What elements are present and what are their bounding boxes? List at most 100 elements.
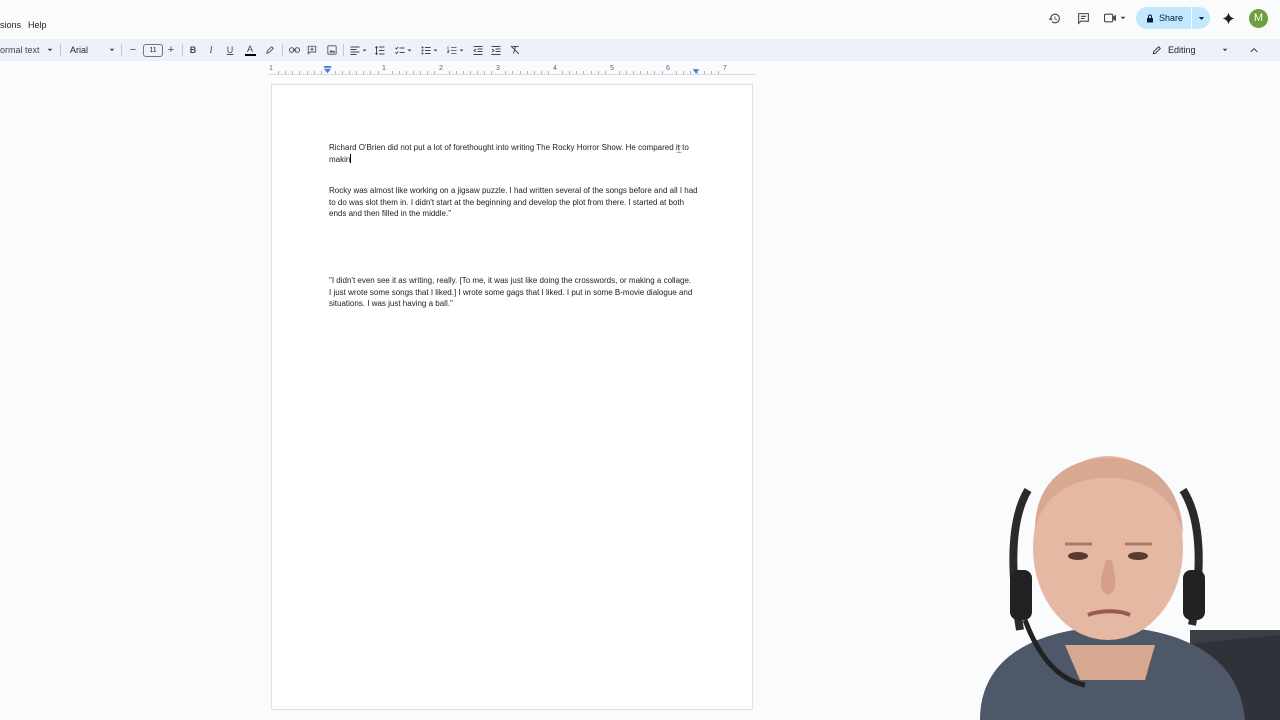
ruler-tick <box>682 71 684 74</box>
ruler-tick <box>540 71 542 74</box>
share-label: Share <box>1158 13 1183 23</box>
share-dropdown-button[interactable] <box>1192 7 1210 29</box>
paragraph-quote-1[interactable]: Rocky was almost like working on a jigsa… <box>329 185 701 220</box>
highlight-pen-icon[interactable] <box>262 39 278 61</box>
ruler-tick <box>689 71 691 74</box>
add-comment-icon[interactable] <box>304 39 320 61</box>
ruler-tick <box>356 71 358 74</box>
ruler-tick <box>462 71 464 74</box>
ruler-tick <box>562 71 564 74</box>
ruler-number: 6 <box>666 65 670 72</box>
ruler-tick <box>427 71 429 74</box>
avatar[interactable]: M <box>1249 8 1268 28</box>
text-cursor <box>350 153 352 163</box>
bulleted-list-dropdown[interactable] <box>418 39 440 61</box>
ruler-tick <box>704 71 706 74</box>
comments-icon[interactable] <box>1069 7 1098 29</box>
ruler-tick <box>512 71 514 74</box>
style-chevron-icon <box>44 39 56 61</box>
ruler-tick <box>313 71 315 74</box>
ruler-tick <box>448 71 450 74</box>
toolbar-divider <box>121 44 122 56</box>
ruler-tick <box>320 71 322 74</box>
ruler-tick <box>370 71 372 74</box>
numbered-list-dropdown[interactable] <box>444 39 466 61</box>
paragraph-quote-2-text: "I didn't even see it as writing, really… <box>329 276 693 308</box>
share-button[interactable]: Share <box>1135 7 1191 29</box>
ruler-tick <box>626 71 627 74</box>
ruler-tick <box>697 71 698 74</box>
ruler-number: 1 <box>269 65 273 72</box>
checklist-dropdown[interactable] <box>392 39 414 61</box>
ruler-tick <box>484 71 485 74</box>
increase-font-size-button[interactable]: + <box>164 39 178 61</box>
ruler-tick <box>278 71 280 74</box>
ruler-tick <box>363 71 365 74</box>
right-indent-marker-icon[interactable] <box>692 68 700 75</box>
gemini-sparkle-icon[interactable] <box>1214 7 1243 29</box>
ruler-tick <box>718 71 720 74</box>
font-family-dropdown[interactable]: Arial <box>66 39 106 61</box>
italic-button[interactable]: I <box>204 39 218 61</box>
ruler-number: 3 <box>496 65 500 72</box>
ruler-tick <box>377 71 379 74</box>
font-size-field[interactable]: 11 <box>142 39 164 61</box>
document-page[interactable]: Richard O'Brien did not put a lot of for… <box>271 84 753 710</box>
ruler-tick <box>405 71 407 74</box>
increase-indent-icon[interactable] <box>488 39 504 61</box>
ruler-tick <box>398 71 400 74</box>
underline-button[interactable]: U <box>223 39 237 61</box>
lock-icon <box>1146 14 1153 22</box>
ruler-tick <box>420 71 422 74</box>
ruler-number: 4 <box>553 65 557 72</box>
ruler-tick <box>413 71 414 74</box>
align-dropdown[interactable] <box>347 39 369 61</box>
ruler-tick <box>569 71 571 74</box>
left-indent-marker-icon[interactable] <box>323 66 332 75</box>
paragraph-style-dropdown[interactable]: ormal text <box>0 39 44 61</box>
ruler-tick <box>306 71 308 74</box>
ruler-baseline <box>268 74 756 75</box>
insert-link-icon[interactable] <box>286 39 302 61</box>
ruler-tick <box>505 71 507 74</box>
checklist-icon <box>394 46 404 54</box>
decrease-indent-icon[interactable] <box>470 39 486 61</box>
ruler-tick <box>469 71 471 74</box>
ruler-tick <box>391 71 393 74</box>
ruler-tick <box>640 71 642 74</box>
line-spacing-icon[interactable] <box>372 39 388 61</box>
menu-help[interactable]: Help <box>28 20 47 30</box>
decrease-font-size-button[interactable]: − <box>126 39 140 61</box>
pencil-icon <box>1152 46 1161 55</box>
webcam-overlay <box>940 430 1280 720</box>
paragraph-quote-2[interactable]: "I didn't even see it as writing, really… <box>329 275 693 310</box>
ruler-tick <box>590 71 592 74</box>
ruler-tick <box>647 71 649 74</box>
menu-extensions[interactable]: sions <box>0 20 21 30</box>
horizontal-ruler[interactable]: 1 1 2 3 4 5 6 7 <box>266 63 758 77</box>
ruler-tick <box>633 71 635 74</box>
ruler-tick <box>292 71 294 74</box>
ruler-tick <box>434 71 436 74</box>
ruler-tick <box>533 71 535 74</box>
formatting-toolbar: ormal text Arial − 11 + B I U A Editing <box>0 39 1280 61</box>
font-family-label: Arial <box>70 45 89 55</box>
ruler-tick <box>583 71 585 74</box>
paragraph-intro[interactable]: Richard O'Brien did not put a lot of for… <box>329 142 701 165</box>
insert-image-icon[interactable] <box>324 39 340 61</box>
ruler-tick <box>299 71 301 74</box>
hide-menus-chevron-up-icon[interactable] <box>1246 39 1262 61</box>
numbered-list-icon <box>446 46 456 54</box>
text-color-button[interactable]: A <box>242 39 258 61</box>
ruler-tick <box>675 71 677 74</box>
ruler-tick <box>455 71 457 74</box>
editing-mode-dropdown[interactable]: Editing <box>1152 39 1228 61</box>
clear-formatting-icon[interactable] <box>507 39 523 61</box>
i-beam-cursor-icon: ⌶ <box>676 145 682 156</box>
bold-button[interactable]: B <box>186 39 200 61</box>
ruler-tick <box>711 71 713 74</box>
text-color-label: A <box>246 43 253 54</box>
google-docs-window: sions Help Share M ormal text Arial − 11… <box>0 0 1280 720</box>
meet-video-icon[interactable] <box>1098 7 1132 29</box>
version-history-icon[interactable] <box>1040 7 1069 29</box>
